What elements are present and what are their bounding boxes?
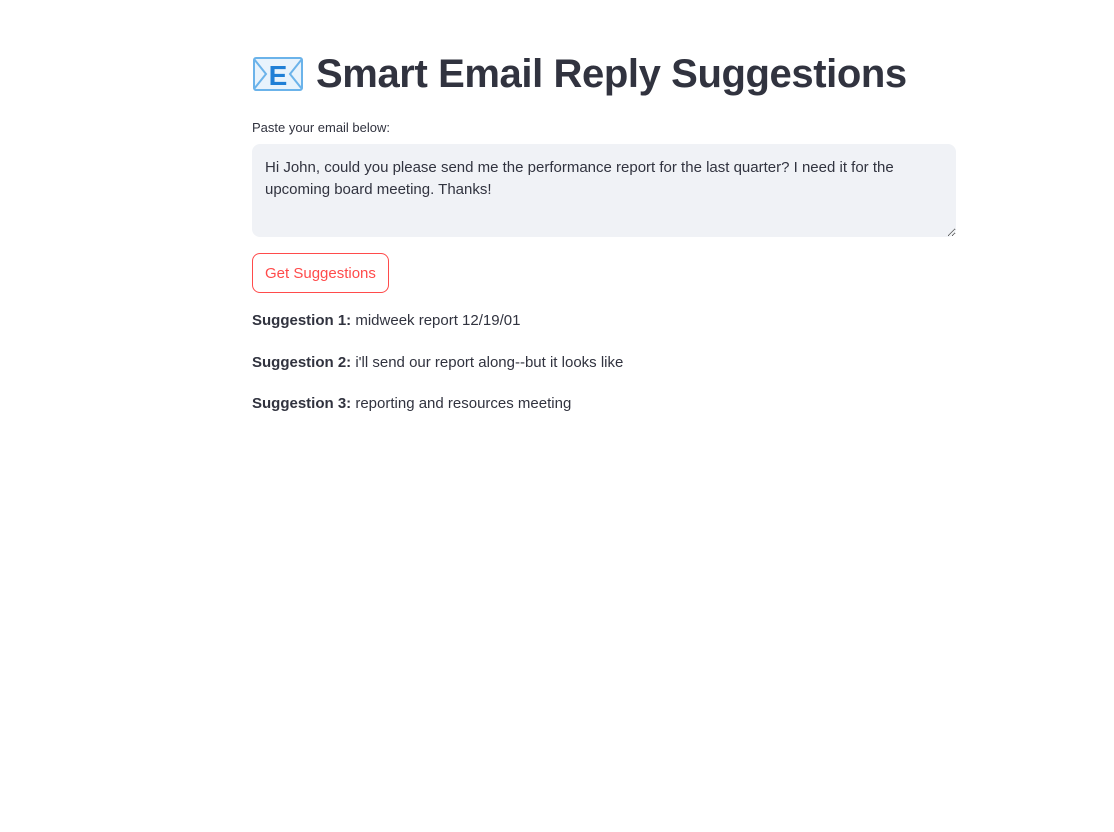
suggestion-label: Suggestion 3: [252, 395, 352, 412]
envelope-icon-letter: E [269, 60, 288, 91]
envelope-icon: E [253, 57, 303, 91]
email-input-label: Paste your email below: [252, 120, 391, 135]
suggestion-label: Suggestion 2: [252, 354, 352, 371]
page-header: E Smart Email Reply Suggestions [252, 46, 907, 102]
suggestion-3: Suggestion 3: reporting and resources me… [252, 395, 571, 412]
suggestion-text: reporting and resources meeting [355, 395, 572, 412]
suggestion-label: Suggestion 1: [252, 312, 352, 329]
suggestion-2: Suggestion 2: i'll send our report along… [252, 354, 623, 371]
get-suggestions-button[interactable]: Get Suggestions [252, 253, 389, 293]
suggestion-text: i'll send our report along--but it looks… [355, 354, 624, 371]
email-textarea[interactable]: Hi John, could you please send me the pe… [252, 144, 956, 237]
page-title: Smart Email Reply Suggestions [316, 51, 907, 96]
suggestion-text: midweek report 12/19/01 [355, 312, 521, 329]
suggestion-1: Suggestion 1: midweek report 12/19/01 [252, 312, 520, 329]
